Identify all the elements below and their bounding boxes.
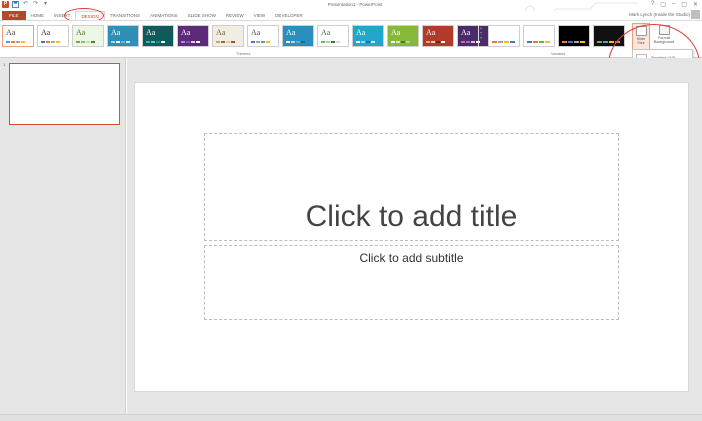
theme-preview-text: Aa [216, 28, 226, 37]
window-controls: ? ▢ – ▢ ✕ [651, 1, 698, 8]
quick-access-toolbar: P ↶ ↷ ▾ [2, 1, 49, 8]
theme-preview-text: Aa [461, 28, 471, 37]
theme-preview-text: Aa [76, 28, 86, 37]
tab-animations[interactable]: ANIMATIONS [145, 11, 183, 20]
theme-9[interactable]: Aa [282, 25, 314, 47]
subtitle-placeholder-text: Click to add subtitle [359, 251, 464, 265]
ribbon-display-icon[interactable]: ▢ [660, 1, 666, 8]
redo-icon[interactable]: ↷ [32, 1, 39, 8]
theme-color-swatches [286, 41, 305, 43]
powerpoint-logo-icon: P [2, 1, 9, 8]
close-icon[interactable]: ✕ [693, 1, 698, 8]
theme-color-swatches [41, 41, 60, 43]
theme-color-swatches [356, 41, 375, 43]
theme-color-swatches [251, 41, 270, 43]
ribbon-tabs: FILE HOME INSERT DESIGN TRANSITIONS ANIM… [0, 11, 702, 20]
window-title: Presentation1 - PowerPoint [327, 2, 383, 7]
variant-color-swatches [562, 41, 585, 43]
theme-preview-text: Aa [391, 28, 401, 37]
subtitle-placeholder[interactable]: Click to add subtitle [204, 245, 619, 320]
undo-icon[interactable]: ↶ [22, 1, 29, 8]
theme-color-swatches [216, 41, 235, 43]
tab-developer[interactable]: DEVELOPER [270, 11, 308, 20]
slide-thumbnail[interactable] [9, 63, 120, 125]
ribbon: Aa Aa Aa Aa Aa Aa Aa Aa Aa Aa Aa Aa Aa Aa ▴ ▾ ▾ Themes … [0, 20, 702, 58]
theme-4[interactable]: Aa [107, 25, 139, 47]
tab-review[interactable]: REVIEW [221, 11, 249, 20]
help-icon[interactable]: ? [651, 1, 654, 8]
tab-file[interactable]: FILE [2, 11, 26, 20]
theme-10[interactable]: Aa [317, 25, 349, 47]
theme-color-swatches [181, 41, 200, 43]
theme-2[interactable]: Aa [37, 25, 69, 47]
theme-preview-text: Aa [286, 28, 296, 37]
tab-transitions[interactable]: TRANSITIONS [105, 11, 145, 20]
customize-qat-icon[interactable]: ▾ [42, 1, 49, 8]
theme-preview-text: Aa [321, 28, 331, 37]
title-placeholder-text: Click to add title [305, 200, 518, 233]
theme-8[interactable]: Aa [247, 25, 279, 47]
theme-7[interactable]: Aa [212, 25, 244, 47]
theme-11[interactable]: Aa [352, 25, 384, 47]
theme-color-swatches [321, 41, 340, 43]
theme-6[interactable]: Aa [177, 25, 209, 47]
theme-color-swatches [146, 41, 165, 43]
slide-canvas[interactable]: Click to add title Click to add subtitle [134, 82, 689, 392]
theme-preview-text: Aa [41, 28, 51, 37]
theme-3[interactable]: Aa [72, 25, 104, 47]
theme-preview-text: Aa [6, 28, 16, 37]
user-name[interactable]: Mark Lynch (Inside the Studio) [629, 12, 690, 17]
variants-group-label: Variants [551, 51, 566, 56]
theme-5[interactable]: Aa [142, 25, 174, 47]
save-icon[interactable] [12, 1, 19, 8]
theme-14[interactable]: Aa [457, 25, 489, 47]
avatar[interactable] [691, 10, 700, 19]
theme-1[interactable]: Aa [2, 25, 34, 47]
theme-preview-text: Aa [181, 28, 191, 37]
minimize-icon[interactable]: – [672, 1, 675, 8]
title-bar: P ↶ ↷ ▾ Presentation1 - PowerPoint ? ▢ –… [0, 0, 702, 21]
theme-12[interactable]: Aa [387, 25, 419, 47]
theme-color-swatches [426, 41, 445, 43]
slide-thumbnail-pane: 1 [0, 58, 126, 421]
variant-1[interactable] [488, 25, 520, 47]
theme-preview-text: Aa [426, 28, 436, 37]
variant-color-swatches [492, 41, 515, 43]
tab-home[interactable]: HOME [26, 11, 50, 20]
gallery-scroll-icon[interactable]: ▴ ▾ ▾ [478, 25, 483, 47]
theme-color-swatches [6, 41, 25, 43]
variant-2[interactable] [523, 25, 555, 47]
tab-slide-show[interactable]: SLIDE SHOW [183, 11, 221, 20]
themes-gallery: Aa Aa Aa Aa Aa Aa Aa Aa Aa Aa Aa Aa Aa Aa [2, 25, 489, 47]
theme-color-swatches [76, 41, 95, 43]
themes-group-label: Themes [236, 51, 251, 56]
variant-color-swatches [527, 41, 550, 43]
slide-editing-area: Click to add title Click to add subtitle [127, 58, 702, 414]
status-bar [0, 414, 702, 421]
theme-preview-text: Aa [111, 28, 121, 37]
tab-view[interactable]: VIEW [249, 11, 271, 20]
slide-number: 1 [3, 62, 6, 67]
theme-preview-text: Aa [146, 28, 156, 37]
theme-color-swatches [391, 41, 410, 43]
variants-gallery [488, 25, 625, 47]
theme-preview-text: Aa [356, 28, 366, 37]
title-placeholder[interactable]: Click to add title [204, 133, 619, 241]
variant-3[interactable] [558, 25, 590, 47]
theme-color-swatches [111, 41, 130, 43]
maximize-icon[interactable]: ▢ [681, 1, 687, 8]
theme-preview-text: Aa [251, 28, 261, 37]
theme-13[interactable]: Aa [422, 25, 454, 47]
